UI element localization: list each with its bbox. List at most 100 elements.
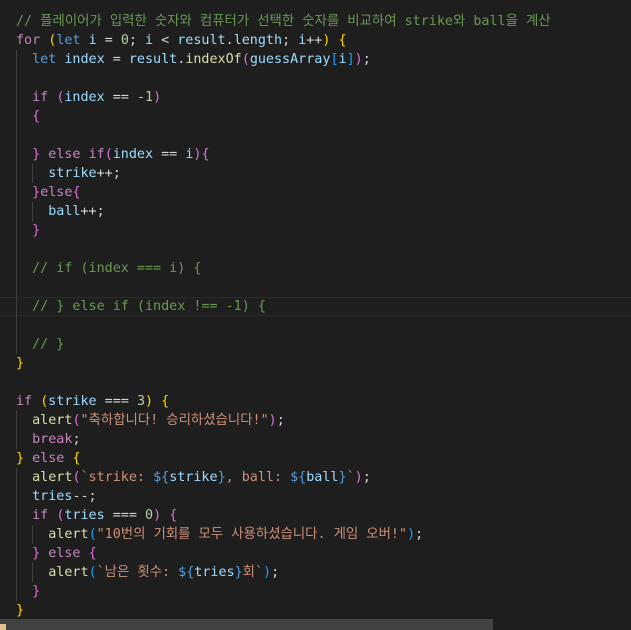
code-token: ;: [362, 52, 371, 67]
code-editor[interactable]: // 플레이어가 입력한 숫자와 컴퓨터가 선택한 숫자를 비교하여 strik…: [0, 12, 631, 620]
code-token: // } else if (index !== -1) {: [32, 299, 266, 314]
code-line[interactable]: if (strike === 3) {: [0, 392, 631, 411]
indent-guide: [16, 240, 17, 259]
horizontal-scrollbar[interactable]: [0, 619, 493, 630]
code-line[interactable]: if (index == -1): [0, 88, 631, 107]
code-token: (: [88, 527, 97, 542]
code-token: }: [32, 147, 41, 162]
code-token: {: [201, 147, 210, 162]
code-token: 0: [120, 33, 129, 48]
indent-guide: [16, 430, 17, 449]
code-line[interactable]: strike++;: [0, 164, 631, 183]
code-token: 3: [136, 394, 145, 409]
code-line[interactable]: alert("축하합니다! 승리하셨습니다!");: [0, 411, 631, 430]
code-line[interactable]: // 플레이어가 입력한 숫자와 컴퓨터가 선택한 숫자를 비교하여 strik…: [0, 12, 631, 31]
code-token: if: [16, 394, 33, 409]
code-token: guessArray: [249, 52, 331, 67]
code-token: "축하합니다! 승리하셨습니다!": [80, 413, 269, 428]
code-line[interactable]: for (let i = 0; i < result.length; i++) …: [0, 31, 631, 50]
code-line[interactable]: alert(`남은 횟수: ${tries}회`);: [0, 563, 631, 582]
code-line[interactable]: } else if(index == i){: [0, 145, 631, 164]
indent-guide: [16, 202, 17, 221]
code-line[interactable]: if (tries === 0) {: [0, 506, 631, 525]
indent-guide: [16, 506, 17, 525]
code-line[interactable]: [0, 240, 631, 259]
code-line[interactable]: } else {: [0, 449, 631, 468]
indent-guide: [16, 69, 17, 88]
code-token: ${: [178, 565, 195, 580]
code-line[interactable]: let index = result.indexOf(guessArray[i]…: [0, 50, 631, 69]
code-token: // }: [32, 337, 65, 352]
code-token: tries: [32, 489, 73, 504]
code-token: (: [104, 147, 113, 162]
code-token: ===: [104, 508, 145, 523]
code-token: }: [16, 356, 25, 371]
code-token: {: [169, 508, 178, 523]
indent-guide: [16, 544, 17, 563]
code-line[interactable]: break;: [0, 430, 631, 449]
code-token: ): [354, 52, 363, 67]
indent-guide: [16, 259, 17, 278]
code-token: =: [104, 52, 129, 67]
code-token: ): [268, 413, 277, 428]
code-token: ): [263, 565, 272, 580]
code-token: length: [233, 33, 283, 48]
code-line[interactable]: }: [0, 582, 631, 601]
indent-guide: [16, 221, 17, 240]
indent-guide: [16, 297, 17, 316]
code-token: ==: [104, 90, 137, 105]
code-line[interactable]: }: [0, 601, 631, 620]
code-token: index: [64, 52, 105, 67]
code-token: .: [225, 33, 234, 48]
code-line[interactable]: [0, 373, 631, 392]
code-token: ): [145, 394, 154, 409]
code-token: strike: [48, 394, 97, 409]
gutter-marker: [0, 624, 6, 630]
code-token: (: [72, 470, 81, 485]
code-token: }: [16, 451, 25, 466]
code-token: ==: [153, 147, 186, 162]
code-token: [: [330, 52, 339, 67]
indent-guide: [16, 126, 17, 145]
indent-guide: [16, 88, 17, 107]
code-line[interactable]: alert("10번의 기회를 모두 사용하셨습니다. 게임 오버!");: [0, 525, 631, 544]
code-token: index: [112, 147, 154, 162]
code-token: (: [88, 565, 97, 580]
code-line[interactable]: // } else if (index !== -1) {: [0, 297, 631, 316]
code-line[interactable]: {: [0, 107, 631, 126]
code-token: ): [153, 508, 162, 523]
code-line[interactable]: // if (index === i) {: [0, 259, 631, 278]
indent-guide: [16, 411, 17, 430]
code-token: }: [32, 223, 41, 238]
code-line[interactable]: tries--;: [0, 487, 631, 506]
code-token: if: [32, 508, 49, 523]
code-line[interactable]: alert(`strike: ${strike}, ball: ${ball}`…: [0, 468, 631, 487]
code-line[interactable]: [0, 316, 631, 335]
code-token: }: [32, 185, 41, 200]
code-line[interactable]: ball++;: [0, 202, 631, 221]
code-line[interactable]: }: [0, 221, 631, 240]
code-token: {: [338, 33, 347, 48]
code-line[interactable]: }else{: [0, 183, 631, 202]
code-line[interactable]: } else {: [0, 544, 631, 563]
code-line[interactable]: [0, 278, 631, 297]
code-line[interactable]: [0, 69, 631, 88]
code-token: `: [346, 470, 355, 485]
code-line[interactable]: }: [0, 354, 631, 373]
code-line[interactable]: [0, 126, 631, 145]
code-line[interactable]: // }: [0, 335, 631, 354]
code-token: if: [88, 147, 105, 162]
